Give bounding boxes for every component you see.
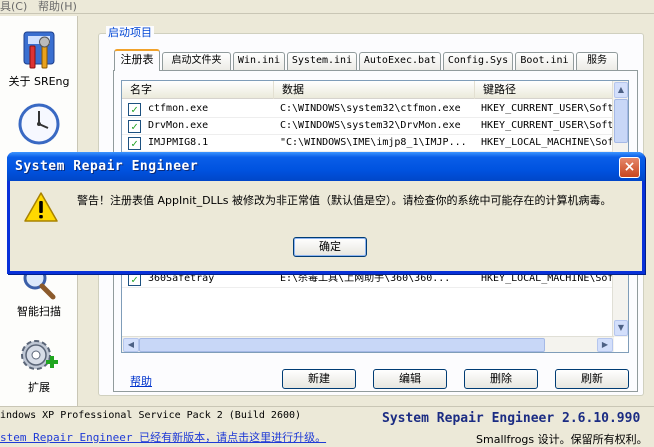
product-version-text: System Repair Engineer 2.6.10.990 [382,411,641,426]
row-checkbox[interactable]: ✓ [128,137,141,150]
tools-icon [23,31,55,69]
warning-icon [24,192,58,222]
column-data[interactable]: 数据 [274,81,475,99]
nav-label-extend: 扩展 [28,381,50,394]
menu-bar: 具(C) 帮助(H) [0,0,654,14]
row-data: "C:\WINDOWS\IME\imjp8_1\IMJP... [280,137,467,148]
dialog-title: System Repair Engineer [15,159,199,174]
tab-config-sys[interactable]: Config.Sys [443,52,513,70]
nav-item-extend[interactable]: 扩展 [0,336,78,395]
refresh-button[interactable]: 刷新 [555,369,629,389]
nav-item-about[interactable]: 关于 SREng [0,28,78,89]
row-data: C:\WINDOWS\system32\ctfmon.exe [280,103,461,114]
row-checkbox[interactable]: ✓ [128,120,141,133]
delete-button[interactable]: 删除 [464,369,538,389]
horizontal-scrollbar[interactable]: ◀ ▶ [122,336,614,352]
list-row[interactable]: ✓ ctfmon.exe C:\WINDOWS\system32\ctfmon.… [122,101,614,118]
row-path: HKEY_CURRENT_USER\Soft [481,103,614,114]
list-row[interactable]: ✓ IMJPMIG8.1 "C:\WINDOWS\IME\imjp8_1\IMJ… [122,135,614,152]
scroll-up-arrow-icon[interactable]: ▲ [614,82,628,98]
update-link[interactable]: stem Repair Engineer 已经有新版本，请点击这里进行升级。 [0,429,326,445]
scroll-right-arrow-icon[interactable]: ▶ [597,338,613,352]
row-path: HKEY_CURRENT_USER\Soft [481,120,614,131]
warning-dialog: System Repair Engineer × 警告！注册表值 AppInit… [7,152,645,274]
new-button[interactable]: 新建 [282,369,356,389]
scroll-left-arrow-icon[interactable]: ◀ [123,338,139,352]
row-checkbox[interactable]: ✓ [128,103,141,116]
menu-tools[interactable]: 具(C) [0,0,27,13]
clock-icon [18,103,60,145]
row-path: HKEY_LOCAL_MACHINE\Sof [481,137,614,148]
edit-button[interactable]: 编辑 [373,369,447,389]
nav-item-startup[interactable] [0,102,78,149]
close-icon[interactable]: × [619,157,640,178]
row-name: IMJPMIG8.1 [148,137,209,148]
list-row[interactable]: ✓ DrvMon.exe C:\WINDOWS\system32\DrvMon.… [122,118,614,135]
horizontal-scroll-thumb[interactable] [139,338,545,352]
row-checkbox[interactable]: ✓ [128,273,141,286]
column-key-path[interactable]: 键路径 [475,81,614,99]
tab-win-ini[interactable]: Win.ini [233,52,285,70]
os-version-text: indows XP Professional Service Pack 2 (B… [0,410,302,421]
row-name: ctfmon.exe [148,103,209,114]
list-header: 名字 数据 键路径 [122,81,614,99]
group-title: 启动项目 [106,26,154,39]
tab-system-ini[interactable]: System.ini [287,52,357,70]
nav-item-smart-scan[interactable]: 智能扫描 [0,266,78,319]
ok-button[interactable]: 确定 [293,237,367,257]
nav-label-smart-scan: 智能扫描 [17,305,61,318]
row-name: DrvMon.exe [148,120,209,131]
scroll-down-arrow-icon[interactable]: ▼ [614,320,628,336]
nav-label-about: 关于 SREng [8,75,70,88]
tab-boot-ini[interactable]: Boot.ini [515,52,574,70]
menu-help[interactable]: 帮助(H) [38,0,77,13]
vertical-scroll-thumb[interactable] [614,99,628,143]
tab-autoexec-bat[interactable]: AutoExec.bat [359,52,441,70]
tab-startup-folder[interactable]: 启动文件夹 [162,52,231,70]
copyright-text: Smallfrogs 设计。保留所有权利。 [476,433,648,446]
status-bar: indows XP Professional Service Pack 2 (B… [0,406,654,447]
dialog-titlebar[interactable]: System Repair Engineer × [7,152,645,181]
help-link[interactable]: 帮助 [130,373,152,389]
tab-services[interactable]: 服务 [576,52,618,70]
column-name[interactable]: 名字 [122,81,274,99]
row-data: C:\WINDOWS\system32\DrvMon.exe [280,120,461,131]
dialog-message: 警告！注册表值 AppInit_DLLs 被修改为非正常值（默认值是空）。请检查… [77,194,612,207]
gear-plus-icon [21,340,58,370]
tab-registry[interactable]: 注册表 [114,49,160,71]
